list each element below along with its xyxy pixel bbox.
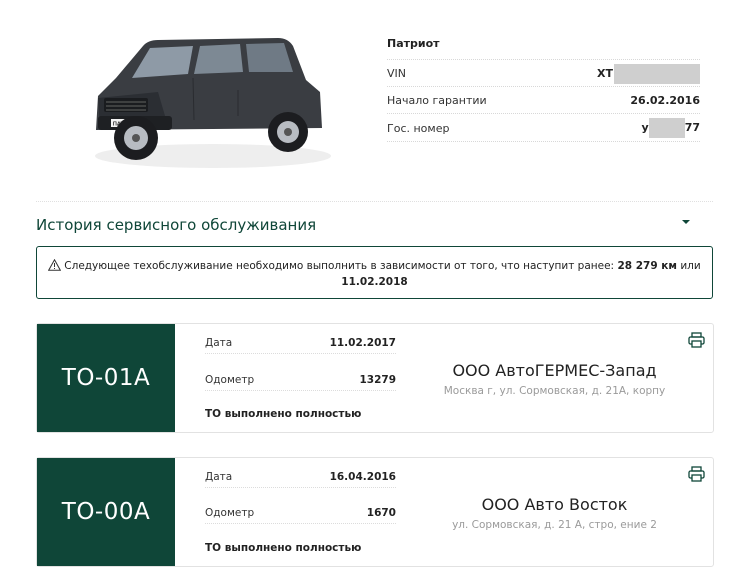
dealer-name: ООО АвтоГЕРМЕС-Запад	[452, 361, 657, 380]
odometer-value: 13279	[359, 374, 396, 386]
plate-row: Гос. номер у 77	[387, 115, 700, 142]
print-icon[interactable]	[688, 466, 705, 482]
date-value: 16.04.2016	[329, 471, 396, 483]
service-code: ТО-01А	[37, 324, 175, 432]
service-history-title[interactable]: История сервисного обслуживания	[36, 216, 316, 234]
plate-value: у 77	[642, 118, 700, 138]
service-status: ТО выполнено полностью	[205, 408, 362, 420]
warranty-value: 26.02.2016	[630, 94, 700, 107]
notice-line: Следующее техобслуживание необходимо вып…	[37, 259, 712, 272]
print-icon[interactable]	[688, 332, 705, 348]
warning-icon	[48, 259, 62, 271]
notice-km: 28 279 км	[617, 260, 678, 272]
odometer-label: Одометр	[205, 374, 255, 386]
service-card: ТО-00А Дата 16.04.2016 Одометр 1670 ТО в…	[36, 457, 714, 567]
vin-label: VIN	[387, 67, 406, 80]
date-row: Дата 11.02.2017	[205, 333, 396, 354]
date-label: Дата	[205, 337, 233, 349]
divider	[36, 201, 713, 202]
service-card: ТО-01А Дата 11.02.2017 Одометр 13279 ТО …	[36, 323, 714, 433]
vin-value: ХТ	[597, 64, 700, 84]
dealer-address: Москва г, ул. Сормовская, д. 21А, корпу	[443, 385, 666, 397]
date-label: Дата	[205, 471, 233, 483]
plate-label: Гос. номер	[387, 122, 450, 135]
vin-redaction	[614, 64, 700, 84]
notice-or: или	[680, 260, 701, 272]
maintenance-notice: Следующее техобслуживание необходимо вып…	[36, 246, 713, 299]
service-status: ТО выполнено полностью	[205, 542, 362, 554]
dealer-name: ООО Авто Восток	[481, 495, 628, 514]
chevron-down-icon[interactable]	[679, 215, 693, 229]
car-image: ПАТРИОТ	[95, 38, 331, 168]
dealer-address: ул. Сормовская, д. 21 А, стро, ение 2	[452, 519, 657, 531]
odometer-row: Одометр 1670	[205, 503, 396, 524]
vehicle-model: Патриот	[387, 37, 440, 50]
warranty-row: Начало гарантии 26.02.2016	[387, 87, 700, 114]
vin-row: VIN ХТ	[387, 59, 700, 87]
odometer-row: Одометр 13279	[205, 370, 396, 391]
plate-redaction	[648, 118, 685, 138]
service-code: ТО-00А	[37, 458, 175, 566]
odometer-value: 1670	[366, 507, 396, 519]
notice-text: Следующее техобслуживание необходимо вып…	[64, 260, 615, 272]
odometer-label: Одометр	[205, 507, 255, 519]
notice-date: 11.02.2018	[341, 276, 408, 288]
date-row: Дата 16.04.2016	[205, 467, 396, 488]
date-value: 11.02.2017	[329, 337, 396, 349]
warranty-label: Начало гарантии	[387, 94, 487, 107]
